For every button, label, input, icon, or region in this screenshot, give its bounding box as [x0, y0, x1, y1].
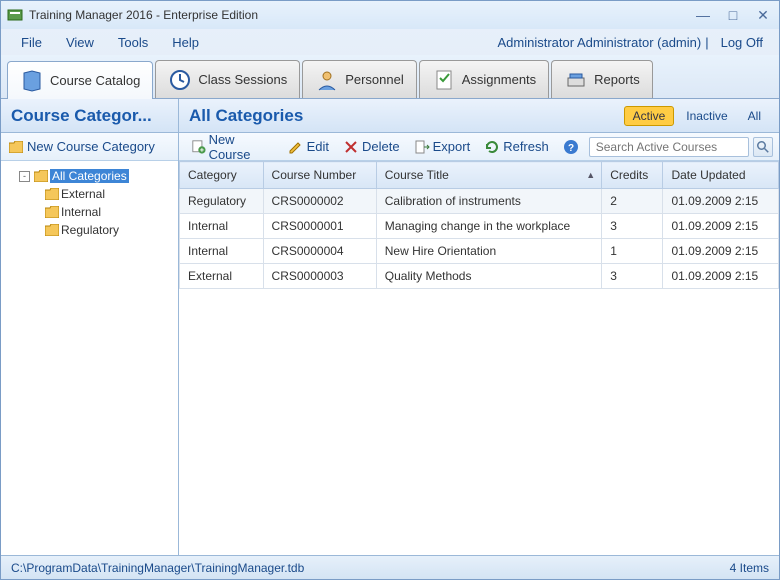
close-button[interactable]: ✕	[753, 7, 773, 23]
new-category-label: New Course Category	[27, 139, 155, 154]
tab-label: Class Sessions	[198, 72, 287, 87]
svg-text:?: ?	[568, 143, 574, 154]
new-course-button[interactable]: New Course	[185, 130, 280, 164]
help-button[interactable]: ?	[557, 137, 585, 157]
app-icon	[7, 7, 23, 23]
search-button[interactable]	[753, 137, 773, 157]
menu-tools[interactable]: Tools	[106, 32, 160, 53]
collapse-icon[interactable]: -	[19, 171, 30, 182]
folder-icon	[9, 141, 23, 153]
filter-all[interactable]: All	[740, 107, 769, 125]
sessions-icon	[168, 68, 192, 92]
status-path: C:\ProgramData\TrainingManager\TrainingM…	[11, 561, 304, 575]
menubar: File View Tools Help Administrator Admin…	[1, 29, 779, 55]
col-course-number[interactable]: Course Number	[263, 162, 376, 189]
current-user-label: Administrator Administrator (admin)	[497, 35, 701, 50]
tree-item-label: Internal	[61, 205, 101, 219]
export-button[interactable]: Export	[408, 137, 477, 157]
menu-view[interactable]: View	[54, 32, 106, 53]
menu-help[interactable]: Help	[160, 32, 211, 53]
tree-item-label: External	[61, 187, 105, 201]
tree-item-internal[interactable]: Internal	[5, 203, 174, 221]
tab-assignments[interactable]: Assignments	[419, 60, 549, 98]
tab-label: Assignments	[462, 72, 536, 87]
export-icon	[414, 139, 430, 155]
tab-class-sessions[interactable]: Class Sessions	[155, 60, 300, 98]
toolbar: New Course Edit Delete Export Refresh ?	[179, 133, 779, 161]
right-pane-heading: All Categories	[189, 106, 303, 126]
window-title: Training Manager 2016 - Enterprise Editi…	[29, 8, 693, 22]
tree-item-external[interactable]: External	[5, 185, 174, 203]
col-course-title[interactable]: Course Title▲	[376, 162, 601, 189]
folder-icon	[45, 206, 59, 218]
delete-icon	[343, 139, 359, 155]
table-row[interactable]: Regulatory CRS0000002 Calibration of ins…	[180, 189, 779, 214]
new-icon	[191, 139, 206, 155]
delete-button[interactable]: Delete	[337, 137, 406, 157]
tab-personnel[interactable]: Personnel	[302, 60, 417, 98]
folder-open-icon	[34, 170, 48, 182]
tree-root-label: All Categories	[50, 169, 129, 183]
tab-label: Course Catalog	[50, 73, 140, 88]
course-grid: Category Course Number Course Title▲ Cre…	[179, 161, 779, 555]
search-input[interactable]	[589, 137, 749, 157]
titlebar: Training Manager 2016 - Enterprise Editi…	[1, 1, 779, 29]
catalog-icon	[20, 69, 44, 93]
tree-item-regulatory[interactable]: Regulatory	[5, 221, 174, 239]
table-row[interactable]: External CRS0000003 Quality Methods 3 01…	[180, 264, 779, 289]
category-tree: - All Categories External Internal Regul…	[1, 161, 178, 555]
new-category-button[interactable]: New Course Category	[1, 133, 178, 161]
sort-asc-icon: ▲	[586, 170, 595, 180]
refresh-button[interactable]: Refresh	[478, 137, 555, 157]
table-row[interactable]: Internal CRS0000004 New Hire Orientation…	[180, 239, 779, 264]
left-pane-heading: Course Categor...	[1, 99, 178, 133]
reports-icon	[564, 68, 588, 92]
left-pane: Course Categor... New Course Category - …	[1, 99, 179, 555]
personnel-icon	[315, 68, 339, 92]
right-pane-heading-bar: All Categories Active Inactive All	[179, 99, 779, 133]
filter-active[interactable]: Active	[624, 106, 675, 126]
tab-course-catalog[interactable]: Course Catalog	[7, 61, 153, 99]
menu-file[interactable]: File	[9, 32, 54, 53]
minimize-button[interactable]: —	[693, 7, 713, 23]
filter-inactive[interactable]: Inactive	[678, 107, 735, 125]
tab-reports[interactable]: Reports	[551, 60, 653, 98]
tab-label: Personnel	[345, 72, 404, 87]
col-credits[interactable]: Credits	[602, 162, 663, 189]
edit-icon	[288, 139, 304, 155]
statusbar: C:\ProgramData\TrainingManager\TrainingM…	[1, 555, 779, 579]
table-row[interactable]: Internal CRS0000001 Managing change in t…	[180, 214, 779, 239]
col-category[interactable]: Category	[180, 162, 264, 189]
refresh-icon	[484, 139, 500, 155]
col-date-updated[interactable]: Date Updated	[663, 162, 779, 189]
tab-label: Reports	[594, 72, 640, 87]
search-icon	[757, 141, 769, 153]
right-pane: All Categories Active Inactive All New C…	[179, 99, 779, 555]
assignments-icon	[432, 68, 456, 92]
help-icon: ?	[563, 139, 579, 155]
tree-root[interactable]: - All Categories	[5, 167, 174, 185]
folder-icon	[45, 224, 59, 236]
edit-button[interactable]: Edit	[282, 137, 335, 157]
logoff-link[interactable]: Log Off	[713, 35, 771, 50]
tree-item-label: Regulatory	[61, 223, 119, 237]
maximize-button[interactable]: □	[723, 7, 743, 23]
folder-icon	[45, 188, 59, 200]
status-count: 4 Items	[730, 561, 769, 575]
tabbar: Course Catalog Class Sessions Personnel …	[1, 55, 779, 99]
